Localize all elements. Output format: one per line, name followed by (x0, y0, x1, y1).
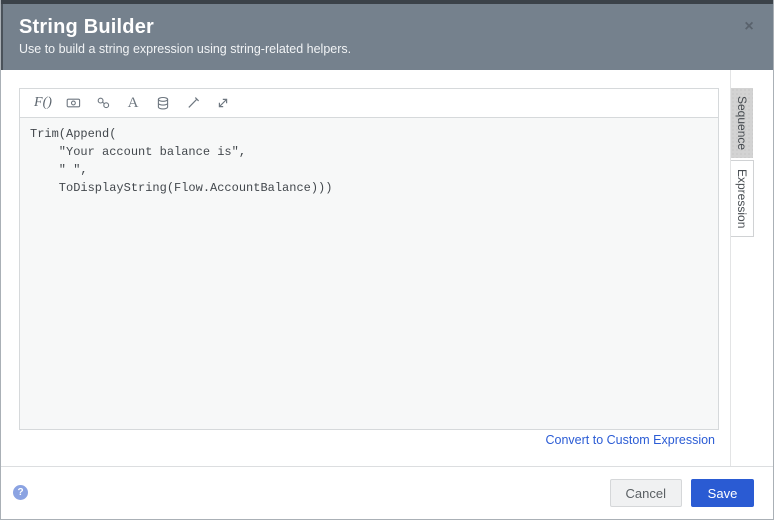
expand-icon[interactable] (208, 92, 238, 114)
text-icon[interactable]: A (118, 92, 148, 114)
tab-sequence[interactable]: Sequence (731, 88, 753, 158)
code-line: " ", (30, 163, 88, 177)
right-tab-strip: Sequence Expression (730, 70, 773, 466)
cancel-button[interactable]: Cancel (609, 479, 682, 507)
expression-editor: F() A Trim(Append("Your account balance… (19, 88, 719, 430)
code-line: Trim(Append( (30, 127, 117, 141)
linked-values-icon[interactable] (88, 92, 118, 114)
editor-toolbar: F() A (20, 89, 718, 118)
help-icon[interactable]: ? (13, 485, 28, 500)
code-line: "Your account balance is", (30, 145, 247, 159)
value-token-icon[interactable] (58, 92, 88, 114)
code-line: ToDisplayString(Flow.AccountBalance))) (30, 181, 333, 195)
close-icon[interactable]: × (740, 18, 758, 36)
convert-to-custom-expression-link[interactable]: Convert to Custom Expression (545, 433, 715, 447)
expression-code-area[interactable]: Trim(Append( "Your account balance is", … (20, 118, 718, 429)
data-source-icon[interactable] (148, 92, 178, 114)
function-icon[interactable]: F() (28, 92, 58, 114)
string-builder-dialog: String Builder Use to build a string exp… (0, 0, 774, 520)
dialog-title: String Builder (19, 16, 155, 38)
dialog-subtitle: Use to build a string expression using s… (19, 42, 352, 56)
dialog-header: String Builder Use to build a string exp… (1, 4, 773, 70)
save-button[interactable]: Save (691, 479, 754, 507)
wand-icon[interactable] (178, 92, 208, 114)
dialog-content: F() A Trim(Append("Your account balance… (1, 70, 773, 466)
tab-expression[interactable]: Expression (731, 160, 754, 237)
dialog-footer: ? Cancel Save (1, 466, 773, 519)
